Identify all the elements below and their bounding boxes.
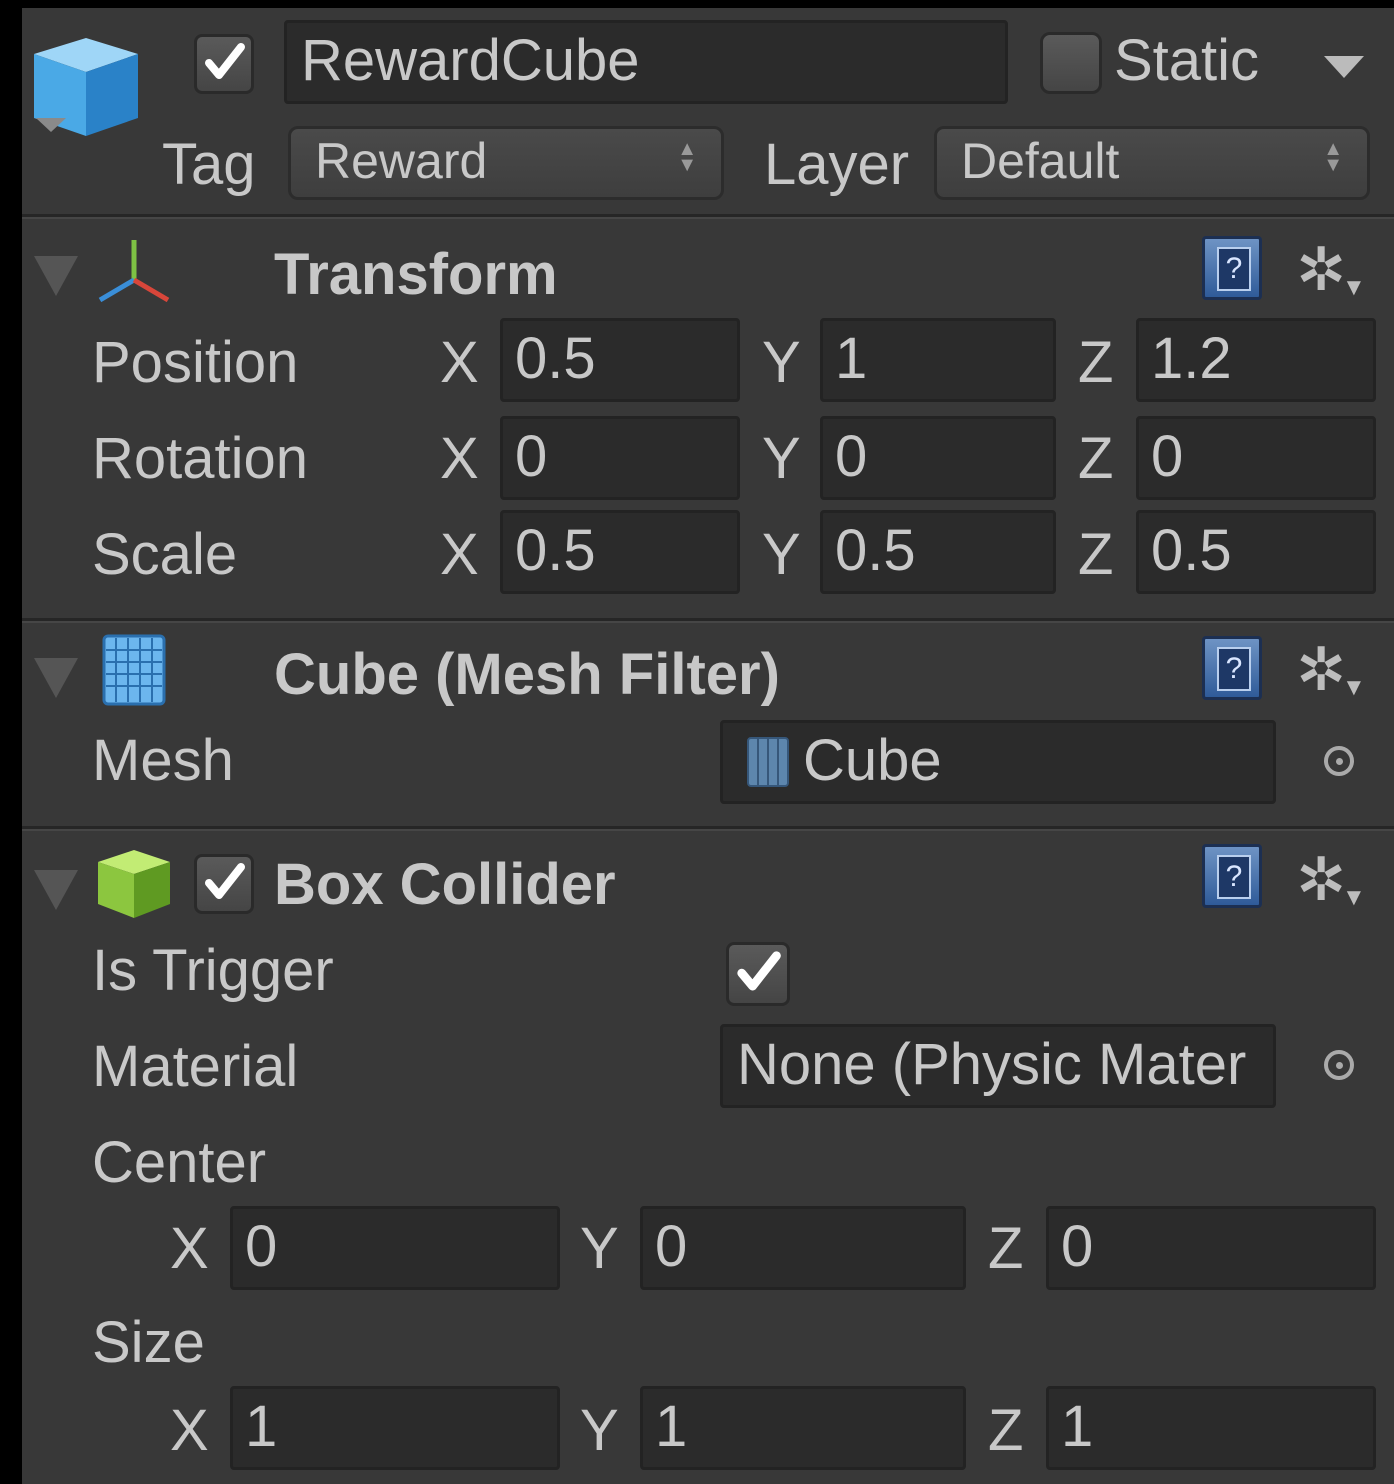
transform-axes-icon (96, 236, 172, 311)
size-z-axis-label: Z (988, 1398, 1024, 1463)
center-x-input[interactable]: 0 (230, 1206, 560, 1290)
tag-label: Tag (162, 132, 256, 197)
box-collider-title: Box Collider (274, 852, 616, 917)
center-z-input[interactable]: 0 (1046, 1206, 1376, 1290)
rotation-y-axis-label: Y (762, 426, 801, 491)
size-z-input[interactable]: 1 (1046, 1386, 1376, 1470)
box-collider-enabled-checkbox[interactable] (194, 854, 254, 914)
center-y-input[interactable]: 0 (640, 1206, 966, 1290)
transform-title: Transform (274, 242, 558, 307)
scale-z-axis-label: Z (1078, 522, 1114, 587)
is-trigger-checkbox[interactable] (726, 942, 790, 1006)
tag-dropdown[interactable]: Reward ▲ ▼ (288, 126, 724, 200)
mesh-label: Mesh (92, 728, 234, 793)
rotation-z-axis-label: Z (1078, 426, 1114, 491)
tag-dropdown-arrows-icon: ▲ ▼ (677, 138, 697, 176)
layer-dropdown[interactable]: Default ▲ ▼ (934, 126, 1370, 200)
mesh-filter-title: Cube (Mesh Filter) (274, 642, 780, 707)
center-y-axis-label: Y (580, 1216, 619, 1281)
layer-dropdown-arrows-icon: ▲ ▼ (1323, 138, 1343, 176)
position-label: Position (92, 330, 299, 395)
scale-x-axis-label: X (440, 522, 479, 587)
position-y-axis-label: Y (762, 330, 801, 395)
transform-foldout-icon[interactable] (34, 256, 78, 296)
center-z-axis-label: Z (988, 1216, 1024, 1281)
box-collider-gear-icon[interactable]: ✲ ▼ (1296, 850, 1366, 910)
cube-icon (26, 30, 146, 155)
rotation-x-input[interactable]: 0 (500, 416, 740, 500)
static-checkbox[interactable] (1040, 32, 1102, 94)
size-x-input[interactable]: 1 (230, 1386, 560, 1470)
mesh-filter-help-icon[interactable]: ? (1202, 636, 1262, 700)
object-name-input[interactable]: RewardCube (284, 20, 1008, 104)
separator (22, 618, 1394, 623)
transform-gear-icon[interactable]: ✲ ▼ (1296, 240, 1366, 300)
center-label: Center (92, 1130, 267, 1195)
rotation-z-input[interactable]: 0 (1136, 416, 1376, 500)
static-label: Static (1114, 28, 1260, 93)
scale-y-axis-label: Y (762, 522, 801, 587)
scale-x-input[interactable]: 0.5 (500, 510, 740, 594)
position-z-input[interactable]: 1.2 (1136, 318, 1376, 402)
active-checkbox[interactable] (194, 34, 254, 94)
rotation-label: Rotation (92, 426, 309, 491)
material-label: Material (92, 1034, 299, 1099)
position-x-input[interactable]: 0.5 (500, 318, 740, 402)
layer-dropdown-value: Default (961, 133, 1120, 189)
mesh-filter-gear-icon[interactable]: ✲ ▼ (1296, 640, 1366, 700)
mesh-value: Cube (803, 728, 942, 793)
position-x-axis-label: X (440, 330, 479, 395)
mesh-small-icon (744, 734, 792, 795)
center-x-axis-label: X (170, 1216, 209, 1281)
size-y-axis-label: Y (580, 1398, 619, 1463)
rotation-x-axis-label: X (440, 426, 479, 491)
material-object-picker-icon[interactable] (1324, 1050, 1354, 1080)
size-x-axis-label: X (170, 1398, 209, 1463)
position-z-axis-label: Z (1078, 330, 1114, 395)
mesh-filter-icon (100, 630, 170, 715)
mesh-object-picker-icon[interactable] (1324, 746, 1354, 776)
separator (22, 826, 1394, 831)
mesh-object-field[interactable]: Cube (720, 720, 1276, 804)
is-trigger-label: Is Trigger (92, 938, 334, 1003)
separator (22, 214, 1394, 219)
material-object-field[interactable]: None (Physic Mater (720, 1024, 1276, 1108)
box-collider-icon (94, 846, 174, 927)
position-y-input[interactable]: 1 (820, 318, 1056, 402)
inspector-panel: RewardCube Static Tag Reward ▲ ▼ Layer De… (22, 8, 1394, 1484)
box-collider-foldout-icon[interactable] (34, 870, 78, 910)
static-dropdown-arrow-icon[interactable] (1322, 54, 1366, 85)
scale-y-input[interactable]: 0.5 (820, 510, 1056, 594)
box-collider-help-icon[interactable]: ? (1202, 844, 1262, 908)
size-label: Size (92, 1310, 205, 1375)
mesh-filter-foldout-icon[interactable] (34, 658, 78, 698)
layer-label: Layer (764, 132, 910, 197)
rotation-y-input[interactable]: 0 (820, 416, 1056, 500)
transform-help-icon[interactable]: ? (1202, 236, 1262, 300)
tag-dropdown-value: Reward (315, 133, 488, 189)
scale-label: Scale (92, 522, 238, 587)
size-y-input[interactable]: 1 (640, 1386, 966, 1470)
scale-z-input[interactable]: 0.5 (1136, 510, 1376, 594)
